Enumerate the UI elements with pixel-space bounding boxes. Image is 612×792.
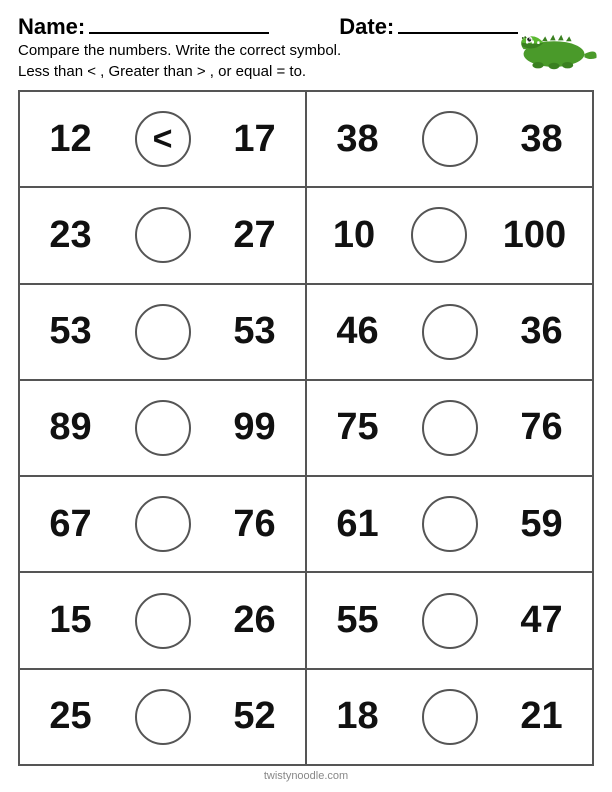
instruction-line2: Less than < , Greater than > , or equal … bbox=[18, 61, 518, 82]
right-number: 53 bbox=[233, 310, 275, 353]
right-number: 59 bbox=[520, 503, 562, 546]
left-number: 55 bbox=[336, 599, 378, 642]
problems-grid: 12 <17 38 38 23 27 10 100 53 53 46 36 89 99 75 76 67 76 61… bbox=[18, 90, 594, 766]
left-number: 10 bbox=[333, 214, 375, 257]
symbol-circle[interactable] bbox=[422, 400, 478, 456]
alligator-image bbox=[518, 14, 598, 74]
problem-cell: 75 76 bbox=[306, 380, 593, 476]
right-number: 26 bbox=[233, 599, 275, 642]
right-number: 76 bbox=[233, 503, 275, 546]
problem-cell: 53 53 bbox=[19, 284, 306, 380]
right-number: 76 bbox=[520, 406, 562, 449]
right-number: 99 bbox=[233, 406, 275, 449]
left-number: 61 bbox=[336, 503, 378, 546]
instruction-line1: Compare the numbers. Write the correct s… bbox=[18, 40, 518, 61]
problem-cell: 61 59 bbox=[306, 476, 593, 572]
symbol-circle[interactable] bbox=[422, 593, 478, 649]
right-number: 38 bbox=[520, 118, 562, 161]
symbol-circle[interactable] bbox=[422, 496, 478, 552]
symbol-content: < bbox=[153, 122, 173, 156]
problem-cell: 89 99 bbox=[19, 380, 306, 476]
symbol-circle[interactable] bbox=[135, 207, 191, 263]
right-number: 21 bbox=[520, 695, 562, 738]
problem-cell: 38 38 bbox=[306, 91, 593, 187]
symbol-circle[interactable] bbox=[135, 304, 191, 360]
left-number: 25 bbox=[49, 695, 91, 738]
right-number: 36 bbox=[520, 310, 562, 353]
symbol-circle[interactable] bbox=[135, 689, 191, 745]
right-number: 47 bbox=[520, 599, 562, 642]
problem-cell: 12 <17 bbox=[19, 91, 306, 187]
name-label: Name: bbox=[18, 14, 85, 40]
symbol-circle[interactable] bbox=[422, 689, 478, 745]
left-number: 23 bbox=[49, 214, 91, 257]
right-number: 100 bbox=[503, 214, 566, 257]
left-number: 67 bbox=[49, 503, 91, 546]
symbol-circle[interactable] bbox=[135, 400, 191, 456]
problem-cell: 55 47 bbox=[306, 572, 593, 668]
problem-cell: 25 52 bbox=[19, 669, 306, 765]
right-number: 27 bbox=[233, 214, 275, 257]
left-number: 89 bbox=[49, 406, 91, 449]
problem-cell: 23 27 bbox=[19, 187, 306, 283]
left-number: 15 bbox=[49, 599, 91, 642]
symbol-circle[interactable] bbox=[411, 207, 467, 263]
symbol-circle[interactable]: < bbox=[135, 111, 191, 167]
left-number: 12 bbox=[49, 118, 91, 161]
problem-cell: 67 76 bbox=[19, 476, 306, 572]
right-number: 52 bbox=[233, 695, 275, 738]
problem-cell: 1821 bbox=[306, 669, 593, 765]
left-number: 75 bbox=[336, 406, 378, 449]
symbol-circle[interactable] bbox=[422, 111, 478, 167]
right-number: 17 bbox=[233, 118, 275, 161]
symbol-circle[interactable] bbox=[135, 593, 191, 649]
symbol-circle[interactable] bbox=[422, 304, 478, 360]
left-number: 53 bbox=[49, 310, 91, 353]
left-number: 46 bbox=[336, 310, 378, 353]
left-number: 38 bbox=[336, 118, 378, 161]
left-number: 18 bbox=[336, 695, 378, 738]
problem-cell: 10 100 bbox=[306, 187, 593, 283]
symbol-circle[interactable] bbox=[135, 496, 191, 552]
date-label: Date: bbox=[339, 14, 394, 40]
problem-cell: 46 36 bbox=[306, 284, 593, 380]
problem-cell: 1526 bbox=[19, 572, 306, 668]
footer-text: twistynoodle.com bbox=[18, 766, 594, 782]
